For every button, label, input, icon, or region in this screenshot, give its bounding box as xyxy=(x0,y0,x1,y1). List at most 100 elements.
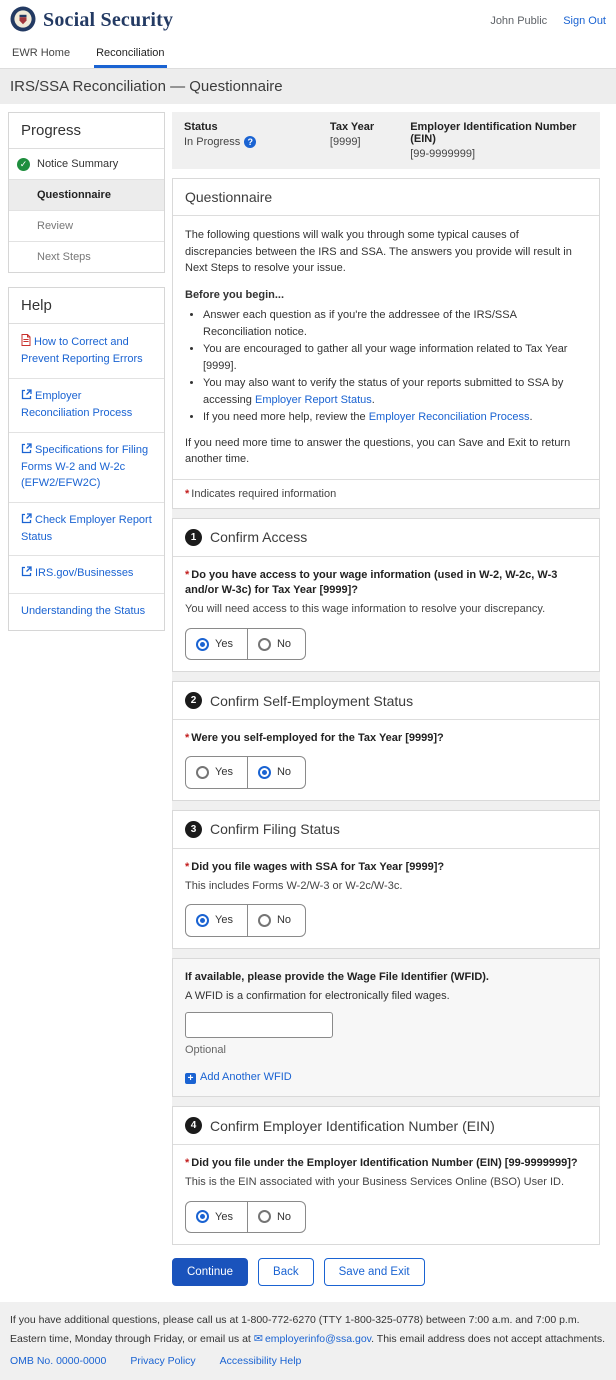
before-you-begin-list: Answer each question as if you're the ad… xyxy=(185,307,587,426)
ein-label: Employer Identification Number (EIN) xyxy=(410,121,588,145)
question-text: *Were you self-employed for the Tax Year… xyxy=(185,731,587,747)
save-and-exit-button[interactable]: Save and Exit xyxy=(324,1258,425,1286)
progress-panel: Progress ✓ Notice Summary Questionnaire … xyxy=(8,112,165,273)
user-name: John Public xyxy=(490,15,547,27)
radio-no[interactable]: No xyxy=(247,905,305,936)
radio-yes[interactable]: Yes xyxy=(186,905,247,936)
help-link-understanding-status: Understanding the Status xyxy=(9,594,164,630)
question-card-3: 3Confirm Filing Status *Did you file wag… xyxy=(172,810,600,949)
progress-item-questionnaire[interactable]: Questionnaire xyxy=(9,180,164,211)
ein-value: [99-9999999] xyxy=(410,148,588,160)
help-link-specifications: Specifications for Filing Forms W-2 and … xyxy=(9,433,164,503)
radio-yes[interactable]: Yes xyxy=(186,757,247,788)
question-title: Confirm Self-Employment Status xyxy=(210,693,413,709)
progress-item-next-steps: Next Steps xyxy=(9,242,164,272)
help-panel: Help How to Correct and Prevent Reportin… xyxy=(8,287,165,631)
intro-title: Questionnaire xyxy=(173,179,599,216)
main-column: Status In Progress? Tax Year [9999] Empl… xyxy=(172,112,600,1302)
progress-item-review: Review xyxy=(9,211,164,242)
radio-no[interactable]: No xyxy=(247,629,305,660)
help-link-reconciliation-process: Employer Reconciliation Process xyxy=(9,379,164,433)
questionnaire-panel: Questionnaire The following questions wi… xyxy=(172,178,600,1245)
ssa-seal-icon xyxy=(10,6,36,35)
add-another-wfid-link[interactable]: +Add Another WFID xyxy=(185,1071,292,1083)
radio-no[interactable]: No xyxy=(247,757,305,788)
app-header: Social Security John Public Sign Out xyxy=(0,0,616,40)
question-number-badge: 4 xyxy=(185,1117,202,1134)
question-subtext: You will need access to this wage inform… xyxy=(185,601,587,618)
sidebar: Progress ✓ Notice Summary Questionnaire … xyxy=(8,112,165,645)
radio-icon xyxy=(258,638,271,651)
employer-reconciliation-process-link[interactable]: Employer Reconciliation Process xyxy=(369,411,530,423)
radio-no[interactable]: No xyxy=(247,1202,305,1233)
employer-report-status-link[interactable]: Employer Report Status xyxy=(255,394,372,406)
radio-icon xyxy=(196,766,209,779)
tax-year-label: Tax Year xyxy=(330,121,410,133)
back-button[interactable]: Back xyxy=(258,1258,314,1286)
yes-no-radio-group: Yes No xyxy=(185,1201,306,1234)
page-title: IRS/SSA Reconciliation — Questionnaire xyxy=(0,69,616,104)
external-link-icon xyxy=(21,513,32,530)
external-link-icon xyxy=(21,566,32,583)
intro-card: Questionnaire The following questions wi… xyxy=(172,178,600,509)
question-subtext: This includes Forms W-2/W-3 or W-2c/W-3c… xyxy=(185,878,587,895)
question-title: Confirm Access xyxy=(210,529,307,545)
radio-yes[interactable]: Yes xyxy=(186,1202,247,1233)
page-footer: If you have additional questions, please… xyxy=(0,1302,616,1380)
external-link-icon xyxy=(21,389,32,406)
top-nav: EWR Home Reconciliation xyxy=(0,40,616,69)
help-link-correct-errors: How to Correct and Prevent Reporting Err… xyxy=(9,324,164,379)
before-you-begin-title: Before you begin... xyxy=(185,287,587,304)
radio-icon xyxy=(196,914,209,927)
accessibility-help-link[interactable]: Accessibility Help xyxy=(220,1352,302,1370)
help-link-check-report-status: Check Employer Report Status xyxy=(9,503,164,557)
external-link-icon xyxy=(21,443,32,460)
help-link-irs-businesses: IRS.gov/Businesses xyxy=(9,556,164,594)
brand-name: Social Security xyxy=(43,9,173,32)
nav-item-reconciliation[interactable]: Reconciliation xyxy=(94,40,166,68)
question-subtext: This is the EIN associated with your Bus… xyxy=(185,1174,587,1191)
radio-icon xyxy=(258,766,271,779)
radio-icon xyxy=(196,1210,209,1223)
required-note: *Indicates required information xyxy=(173,479,599,508)
help-title: Help xyxy=(9,288,164,324)
question-number-badge: 2 xyxy=(185,692,202,709)
status-bar: Status In Progress? Tax Year [9999] Empl… xyxy=(172,112,600,169)
wfid-input[interactable] xyxy=(185,1012,333,1038)
brand: Social Security xyxy=(10,6,173,35)
question-text: *Do you have access to your wage informa… xyxy=(185,568,587,600)
status-label: Status xyxy=(184,121,330,133)
bullet-item: You may also want to verify the status o… xyxy=(203,375,587,408)
radio-yes[interactable]: Yes xyxy=(186,629,247,660)
progress-item-notice-summary[interactable]: ✓ Notice Summary xyxy=(9,149,164,180)
yes-no-radio-group: Yes No xyxy=(185,756,306,789)
question-text: *Did you file wages with SSA for Tax Yea… xyxy=(185,860,587,876)
sign-out-link[interactable]: Sign Out xyxy=(563,15,606,27)
envelope-icon: ✉ xyxy=(254,1333,263,1345)
tax-year-value: [9999] xyxy=(330,136,410,148)
radio-icon xyxy=(196,638,209,651)
omb-number-link[interactable]: OMB No. 0000-0000 xyxy=(10,1352,106,1370)
progress-title: Progress xyxy=(9,113,164,149)
intro-paragraph: The following questions will walk you th… xyxy=(185,227,587,277)
intro-closing: If you need more time to answer the ques… xyxy=(185,435,587,468)
radio-icon xyxy=(258,1210,271,1223)
action-buttons: Continue Back Save and Exit xyxy=(172,1258,600,1286)
wfid-optional-label: Optional xyxy=(185,1042,587,1059)
email-link[interactable]: employerinfo@ssa.gov xyxy=(265,1333,371,1345)
privacy-policy-link[interactable]: Privacy Policy xyxy=(130,1352,195,1370)
pdf-icon xyxy=(21,334,31,352)
wfid-help-text: A WFID is a confirmation for electronica… xyxy=(185,988,587,1005)
footer-contact-text: If you have additional questions, please… xyxy=(10,1311,606,1349)
bullet-item: You are encouraged to gather all your wa… xyxy=(203,341,587,374)
plus-icon: + xyxy=(185,1073,196,1084)
status-help-icon[interactable]: ? xyxy=(244,136,256,148)
continue-button[interactable]: Continue xyxy=(172,1258,248,1286)
bullet-item: Answer each question as if you're the ad… xyxy=(203,307,587,340)
nav-item-ewr-home[interactable]: EWR Home xyxy=(10,40,72,68)
yes-no-radio-group: Yes No xyxy=(185,904,306,937)
yes-no-radio-group: Yes No xyxy=(185,628,306,661)
question-card-1: 1 Confirm Access *Do you have access to y… xyxy=(172,518,600,673)
question-number-badge: 1 xyxy=(185,529,202,546)
bullet-item: If you need more help, review the Employ… xyxy=(203,409,587,426)
